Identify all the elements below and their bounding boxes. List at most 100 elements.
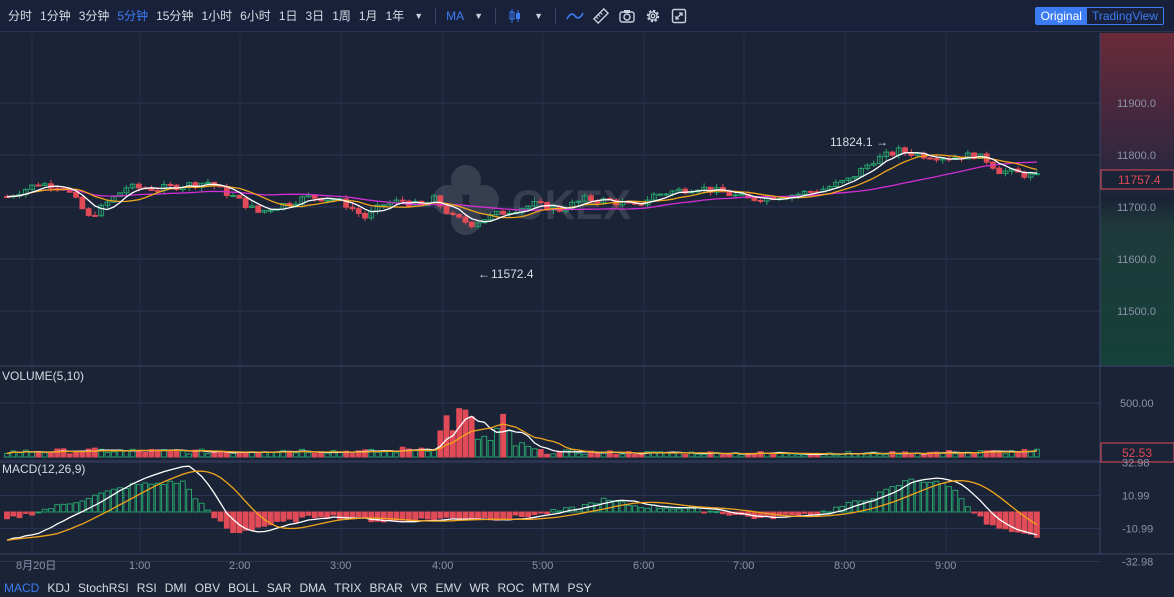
timeframe-6-button[interactable]: 6小时 — [236, 7, 275, 24]
indicator-tab-stochrsi[interactable]: StochRSI — [74, 581, 133, 595]
candle-body — [380, 204, 387, 207]
candle-body — [349, 206, 356, 210]
candle-type-icon[interactable] — [502, 4, 528, 28]
volume-bar — [292, 452, 299, 458]
indicator-tab-sar[interactable]: SAR — [263, 581, 296, 595]
volume-bar — [883, 454, 890, 458]
indicator-tab-rsi[interactable]: RSI — [133, 581, 161, 595]
macd-histogram-bar — [324, 511, 331, 519]
candle-type-chevron-down-icon[interactable]: ▼ — [528, 11, 549, 21]
indicator-tab-roc[interactable]: ROC — [494, 581, 529, 595]
indicator-tab-obv[interactable]: OBV — [191, 581, 224, 595]
indicator-tab-trix[interactable]: TRIX — [330, 581, 365, 595]
time-tick-label: 4:00 — [432, 560, 453, 572]
volume-bar — [738, 454, 745, 458]
camera-icon[interactable] — [614, 4, 640, 28]
indicator-tab-brar[interactable]: BRAR — [365, 581, 406, 595]
volume-bar — [563, 449, 569, 458]
macd-histogram-bar — [399, 511, 406, 521]
indicator-tab-vr[interactable]: VR — [407, 581, 432, 595]
volume-bar — [795, 454, 802, 458]
volume-bar — [512, 445, 519, 458]
indicator-tab-emv[interactable]: EMV — [431, 581, 465, 595]
volume-bar — [324, 452, 331, 458]
macd-histogram-bar — [161, 484, 167, 513]
macd-histogram-bar — [713, 511, 720, 514]
timeframe-5-button[interactable]: 1小时 — [197, 7, 236, 24]
macd-histogram-bar — [619, 501, 626, 513]
gear-icon[interactable] — [640, 4, 666, 28]
ruler-icon[interactable] — [588, 4, 614, 28]
timeframe-0-button[interactable]: 分时 — [4, 7, 36, 24]
timeframe-7-button[interactable]: 1日 — [275, 7, 302, 24]
timeframe-8-button[interactable]: 3日 — [302, 7, 329, 24]
volume-bar — [701, 453, 707, 458]
line-icon[interactable] — [562, 4, 588, 28]
candle-body — [902, 147, 908, 154]
candle-body — [236, 194, 243, 199]
macd-histogram-bar — [280, 511, 287, 522]
indicator-tab-dma[interactable]: DMA — [295, 581, 330, 595]
volume-bar — [946, 450, 952, 458]
macd-histogram-bar — [958, 498, 965, 513]
kline-chart[interactable]: OKEX 11824.1 → ← 11572.4 11900.0 11800.0 1… — [0, 33, 1174, 578]
mode-tradingview-button[interactable]: TradingView — [1087, 8, 1163, 24]
macd-axis: 32.98 10.99 -10.99 -32.98 — [1122, 458, 1153, 569]
timeframe-9-button[interactable]: 1周 — [328, 7, 355, 24]
fullscreen-icon[interactable] — [666, 4, 692, 28]
volume-bar — [958, 453, 965, 458]
candle-body — [355, 208, 362, 214]
macd-histogram-bar — [236, 511, 243, 534]
indicator-tab-wr[interactable]: WR — [466, 581, 494, 595]
macd-histogram-bar — [29, 511, 36, 516]
timeframe-2-button[interactable]: 3分钟 — [75, 7, 114, 24]
macd-histogram-bar — [418, 511, 425, 519]
indicator-menu-button[interactable]: MA — [442, 9, 468, 23]
timeframe-3-button[interactable]: 5分钟 — [113, 7, 152, 24]
indicator-tab-psy[interactable]: PSY — [564, 581, 596, 595]
macd-histogram-bar — [556, 510, 563, 513]
timeframe-1-button[interactable]: 1分钟 — [36, 7, 75, 24]
indicator-menu-chevron-down-icon[interactable]: ▼ — [468, 11, 489, 21]
candle-body — [588, 195, 594, 202]
volume-bar — [694, 453, 701, 458]
macd-histogram-bar — [16, 511, 23, 519]
volume-bar — [663, 452, 670, 458]
volume-bar — [525, 445, 532, 458]
candle-body — [732, 194, 739, 197]
price-tick-label: 11900.0 — [1117, 98, 1156, 110]
timeframe-4-button[interactable]: 15分钟 — [152, 7, 197, 24]
macd-histogram-bar — [211, 511, 218, 519]
more-timeframes-chevron-down-icon[interactable]: ▼ — [408, 11, 429, 21]
indicator-tab-bar: MACD KDJ StochRSI RSI DMI OBV BOLL SAR DMA TRIX BR… — [0, 578, 1174, 597]
macd-histogram-bar — [154, 482, 161, 513]
indicator-tab-macd[interactable]: MACD — [0, 581, 43, 595]
macd-histogram-bar — [142, 482, 149, 513]
volume-bar — [186, 453, 193, 458]
indicator-tab-dmi[interactable]: DMI — [161, 581, 191, 595]
indicator-tab-kdj[interactable]: KDJ — [43, 581, 74, 595]
macd-histogram-bar — [299, 511, 306, 518]
mode-original-button[interactable]: Original — [1035, 8, 1087, 24]
macd-histogram-bar — [481, 511, 488, 518]
price-tick-label: 11500.0 — [1117, 306, 1156, 318]
volume-bar — [66, 453, 73, 458]
candle-body — [757, 199, 764, 202]
macd-histogram-bar — [48, 508, 54, 513]
timeframe-11-button[interactable]: 1年 — [382, 7, 409, 24]
high-price-annotation: 11824.1 — [830, 135, 873, 149]
macd-histogram-bar — [977, 511, 984, 517]
timeframe-10-button[interactable]: 1月 — [355, 7, 382, 24]
candle-body — [399, 199, 406, 202]
volume-bar — [1015, 452, 1021, 458]
macd-histogram-bar — [217, 511, 224, 522]
macd-histogram-bar — [544, 511, 550, 515]
toolbar-divider — [435, 7, 437, 24]
indicator-tab-boll[interactable]: BOLL — [224, 581, 263, 595]
macd-histogram-bar — [4, 511, 10, 520]
candle-body — [362, 212, 368, 219]
candle-body — [242, 197, 249, 208]
indicator-tab-mtm[interactable]: MTM — [528, 581, 563, 595]
volume-bar — [550, 453, 557, 458]
macd-tick-label: -10.99 — [1122, 523, 1153, 535]
